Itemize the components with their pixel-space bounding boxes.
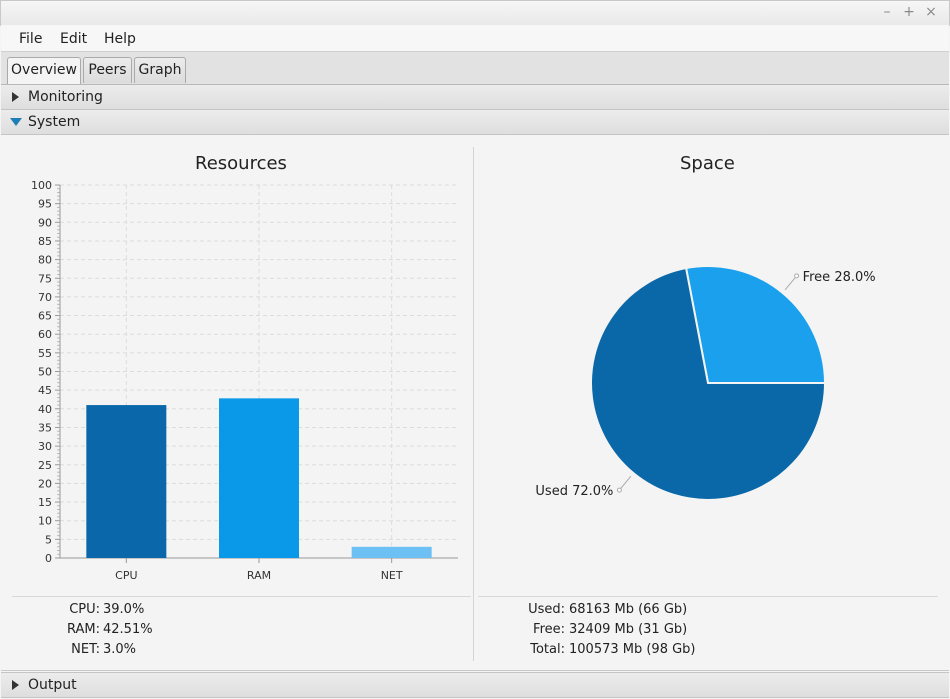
y-tick-label: 60 [38, 328, 52, 341]
ram-stat-value: 42.51% [103, 622, 153, 637]
bar-cpu [86, 405, 167, 558]
y-tick-label: 75 [38, 272, 52, 285]
x-tick-label: RAM [247, 569, 271, 582]
section-output-label: Output [28, 677, 77, 693]
free-stat-value: 32409 Mb (31 Gb) [569, 622, 688, 637]
total-stat-value: 100573 Mb (98 Gb) [569, 642, 696, 657]
used-stat-label: Used: [528, 602, 565, 617]
pie-leader-dot [794, 273, 800, 279]
y-tick-label: 5 [45, 533, 52, 546]
panel-divider [473, 147, 474, 661]
y-tick-label: 100 [31, 179, 52, 192]
cpu-stat-label: CPU: [69, 602, 100, 617]
bar-net [351, 546, 432, 558]
y-tick-label: 90 [38, 216, 52, 229]
pie-leader-dot [616, 487, 622, 493]
y-tick-label: 15 [38, 496, 52, 509]
resources-bar-chart: 0 5 10 15 20 25 30 35 40 45 50 55 60 65 70 75 80 85 90 95 10… [31, 179, 458, 582]
y-tick-label: 70 [38, 291, 52, 304]
y-tick-label: 85 [38, 235, 52, 248]
net-stat-value: 3.0% [103, 642, 137, 657]
y-tick-label: 25 [38, 459, 52, 472]
minimize-icon[interactable]: – [879, 4, 895, 20]
pie-leader-line [619, 475, 632, 491]
free-stat-label: Free: [533, 622, 565, 637]
cpu-stat-value: 39.0% [103, 602, 145, 617]
y-tick-label: 35 [38, 421, 52, 434]
y-tick-label: 10 [38, 515, 52, 528]
used-stat-value: 68163 Mb (66 Gb) [569, 602, 688, 617]
section-output-header[interactable]: Output [1, 672, 949, 698]
total-stat-label: Total: [530, 642, 565, 657]
y-tick-label: 45 [38, 384, 52, 397]
expand-arrow-icon [12, 680, 19, 690]
pie-label-used: Used 72.0% [535, 484, 613, 499]
net-stat-label: NET: [71, 642, 100, 657]
space-separator [478, 596, 938, 597]
x-tick-label: NET [381, 569, 403, 582]
y-tick-label: 50 [38, 366, 52, 379]
close-icon[interactable]: × [923, 4, 939, 20]
y-tick-label: 40 [38, 403, 52, 416]
bar-ram [219, 398, 299, 558]
y-tick-label: 30 [38, 440, 52, 453]
y-tick-label: 55 [38, 347, 52, 360]
ram-stat-label: RAM: [67, 622, 100, 637]
y-tick-label: 95 [38, 198, 52, 211]
pie-leader-line [784, 275, 797, 291]
y-tick-label: 80 [38, 254, 52, 267]
y-tick-label: 65 [38, 310, 52, 323]
x-tick-label: CPU [115, 569, 137, 582]
y-tick-label: 20 [38, 477, 52, 490]
resources-separator [12, 596, 471, 597]
pie-label-free: Free 28.0% [803, 270, 876, 285]
space-pie-chart: Free 28.0% Used 72.0% [535, 265, 876, 501]
maximize-icon[interactable]: + [901, 4, 917, 20]
y-tick-label: 0 [45, 552, 52, 565]
space-chart-title: Space [680, 153, 735, 174]
